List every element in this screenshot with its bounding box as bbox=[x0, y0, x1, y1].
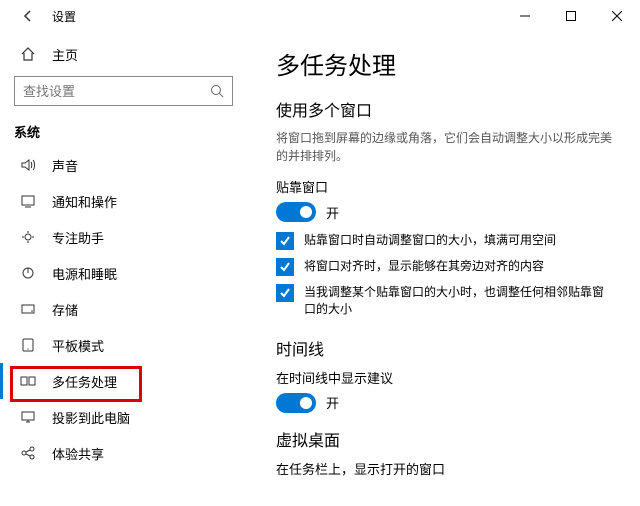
nav-projecting[interactable]: 投影到此电脑 bbox=[0, 399, 247, 435]
nav-notifications[interactable]: 通知和操作 bbox=[0, 183, 247, 219]
nav-label: 存储 bbox=[52, 300, 78, 319]
nav-power[interactable]: 电源和睡眠 bbox=[0, 255, 247, 291]
home-icon bbox=[20, 46, 36, 62]
window-title: 设置 bbox=[52, 8, 76, 25]
storage-icon bbox=[20, 301, 36, 317]
snap-toggle[interactable] bbox=[276, 202, 316, 222]
nav-label: 体验共享 bbox=[52, 444, 104, 463]
snap-toggle-state: 开 bbox=[326, 203, 339, 222]
nav-label: 通知和操作 bbox=[52, 192, 117, 211]
checkbox-nextto-label: 将窗口对齐时，显示能够在其旁边对齐的内容 bbox=[304, 258, 544, 275]
sound-icon bbox=[20, 157, 36, 173]
nav-label: 多任务处理 bbox=[52, 372, 117, 391]
checkbox-nextto[interactable] bbox=[276, 258, 294, 276]
checkbox-autosize[interactable] bbox=[276, 232, 294, 250]
timeline-toggle[interactable] bbox=[276, 393, 316, 413]
minimize-button[interactable] bbox=[502, 0, 548, 32]
search-icon bbox=[210, 84, 224, 98]
nav-label: 专注助手 bbox=[52, 228, 104, 247]
close-button[interactable] bbox=[594, 0, 640, 32]
snap-toggle-label: 贴靠窗口 bbox=[276, 177, 612, 196]
search-input[interactable] bbox=[23, 84, 210, 99]
nav-tablet[interactable]: 平板模式 bbox=[0, 327, 247, 363]
notification-icon bbox=[20, 193, 36, 209]
checkbox-resize[interactable] bbox=[276, 284, 294, 302]
nav-label: 投影到此电脑 bbox=[52, 408, 130, 427]
virtualdesktop-label: 在任务栏上，显示打开的窗口 bbox=[276, 459, 612, 478]
nav-label: 平板模式 bbox=[52, 336, 104, 355]
sidebar: 主页 系统 声音 通知和操作 专注助手 电源和睡眠 存储 平板模式 bbox=[0, 32, 248, 506]
power-icon bbox=[20, 265, 36, 281]
tablet-icon bbox=[20, 337, 36, 353]
nav-label: 电源和睡眠 bbox=[52, 264, 117, 283]
nav-shared[interactable]: 体验共享 bbox=[0, 435, 247, 471]
section-header: 系统 bbox=[0, 116, 247, 147]
nav-sound[interactable]: 声音 bbox=[0, 147, 247, 183]
project-icon bbox=[20, 409, 36, 425]
section-multiwindow-heading: 使用多个窗口 bbox=[276, 97, 612, 121]
share-icon bbox=[20, 445, 36, 461]
checkbox-resize-label: 当我调整某个贴靠窗口的大小时，也调整任何相邻贴靠窗口的大小 bbox=[304, 284, 612, 318]
nav-storage[interactable]: 存储 bbox=[0, 291, 247, 327]
section-virtualdesktop-heading: 虚拟桌面 bbox=[276, 427, 612, 451]
nav-label: 声音 bbox=[52, 156, 78, 175]
back-button[interactable] bbox=[12, 0, 44, 32]
section-timeline-heading: 时间线 bbox=[276, 336, 612, 360]
home-label: 主页 bbox=[52, 45, 78, 64]
focus-icon bbox=[20, 229, 36, 245]
timeline-toggle-state: 开 bbox=[326, 393, 339, 412]
nav-focus[interactable]: 专注助手 bbox=[0, 219, 247, 255]
search-box[interactable] bbox=[14, 76, 233, 106]
nav-multitasking[interactable]: 多任务处理 bbox=[0, 363, 247, 399]
checkbox-autosize-label: 贴靠窗口时自动调整窗口的大小，填满可用空间 bbox=[304, 232, 556, 249]
home-nav[interactable]: 主页 bbox=[0, 36, 247, 72]
page-title: 多任务处理 bbox=[276, 46, 612, 81]
multitask-icon bbox=[20, 373, 36, 389]
maximize-button[interactable] bbox=[548, 0, 594, 32]
content-pane: 多任务处理 使用多个窗口 将窗口拖到屏幕的边缘或角落，它们会自动调整大小以形成完… bbox=[248, 32, 640, 506]
timeline-toggle-label: 在时间线中显示建议 bbox=[276, 368, 612, 387]
section-multiwindow-desc: 将窗口拖到屏幕的边缘或角落，它们会自动调整大小以形成完美的并排排列。 bbox=[276, 129, 612, 165]
